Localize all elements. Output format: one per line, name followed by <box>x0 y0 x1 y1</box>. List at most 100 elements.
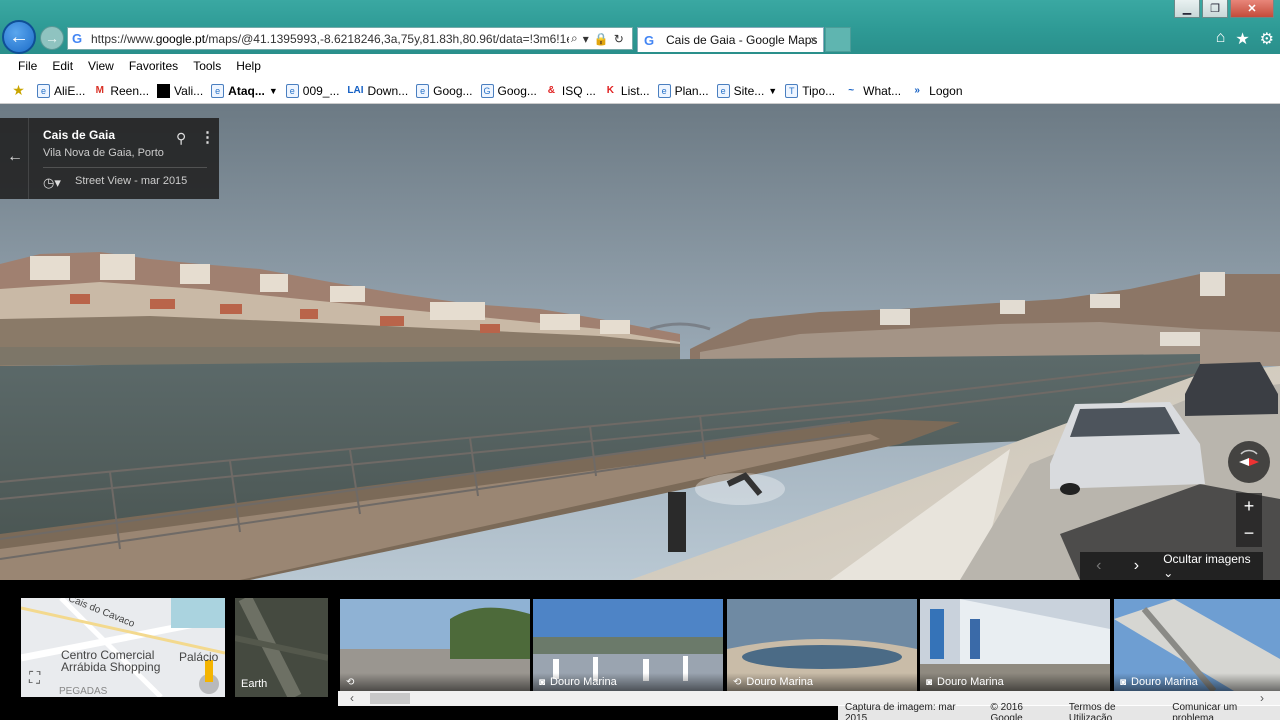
tab-google-maps[interactable]: G Cais de Gaia - Google Maps × <box>637 27 824 52</box>
ie-page-icon: e <box>211 83 225 98</box>
favorite-link[interactable]: e AliE... <box>37 83 86 98</box>
map-poi-label: Arrábida Shopping <box>61 660 161 674</box>
favorite-label: Ataq... <box>228 83 265 98</box>
back-button[interactable]: ← <box>2 20 36 54</box>
maximize-button[interactable]: ❐ <box>1202 0 1228 18</box>
menu-item-favorites[interactable]: Favorites <box>129 59 178 73</box>
scroll-left-icon[interactable]: ‹ <box>350 691 354 705</box>
panorama-360-icon: ⟲ <box>733 676 742 688</box>
new-tab-button[interactable] <box>825 27 851 52</box>
favorite-link[interactable]: e Plan... <box>657 83 709 98</box>
menu-item-tools[interactable]: Tools <box>193 59 221 73</box>
address-bar[interactable]: G https://www.google.pt/maps/@41.1395993… <box>67 27 633 50</box>
photo-thumbnail[interactable]: ◙ Douro Marina <box>533 599 723 691</box>
photo-thumbnail[interactable]: ⟲ Douro Marina <box>727 599 917 691</box>
report-problem-link[interactable]: Comunicar um problema <box>1172 702 1280 720</box>
copyright: © 2016 Google <box>990 701 1023 720</box>
ie-page-icon: e <box>285 83 299 98</box>
menu-item-help[interactable]: Help <box>236 59 261 73</box>
favorite-label: AliE... <box>54 83 86 98</box>
ie-page-icon: e <box>716 83 730 98</box>
zoom-out-button[interactable]: − <box>1244 520 1255 547</box>
favorite-label: Tipo... <box>802 83 836 98</box>
k-icon: K <box>606 85 614 96</box>
favorite-link[interactable]: K List... <box>604 84 650 98</box>
place-title: Cais de Gaia <box>43 128 116 142</box>
favorite-link[interactable]: Vali... <box>157 83 204 98</box>
compass-icon <box>1239 449 1259 466</box>
earth-thumbnail[interactable]: Earth <box>235 598 328 697</box>
ie-page-icon: e <box>657 83 671 98</box>
earth-label: Earth <box>241 678 268 690</box>
favorites-star-icon[interactable]: ★ <box>1235 29 1249 49</box>
favorite-label: Goog... <box>497 83 537 98</box>
chevron-down-icon: ⌄ <box>1163 566 1174 580</box>
scrollbar-thumb[interactable] <box>370 693 410 704</box>
zoom-in-button[interactable]: + <box>1244 493 1255 520</box>
history-clock-icon[interactable]: ◷▾ <box>43 175 61 191</box>
camera-icon: ◙ <box>539 676 546 688</box>
favorite-link[interactable]: e Ataq... ▼ <box>211 83 278 98</box>
favorite-label: List... <box>620 83 650 98</box>
more-options-icon[interactable]: ⋮ <box>200 128 215 146</box>
map-pin-icon[interactable]: ⚲ <box>176 130 186 147</box>
menu-item-view[interactable]: View <box>88 59 114 73</box>
favorite-label: ISQ ... <box>561 83 596 98</box>
lock-icon[interactable]: 🔒 <box>594 32 609 46</box>
photo-thumbnail[interactable]: ◙ Douro Marina <box>1114 599 1280 691</box>
tab-title: Cais de Gaia - Google Maps <box>666 33 818 47</box>
search-icon[interactable]: ⌕ <box>571 31 578 46</box>
add-favorite-star-icon: ★ <box>12 82 25 98</box>
imagery-pager: ‹ › Ocultar imagens ⌄ <box>1080 552 1263 580</box>
panorama-360-icon: ⟲ <box>346 676 355 688</box>
zoom-control: + − <box>1236 493 1262 547</box>
favorite-label: Down... <box>367 83 409 98</box>
terms-link[interactable]: Termos de Utilização <box>1069 702 1160 720</box>
favorite-link[interactable]: T Tipo... <box>785 83 836 98</box>
favorite-label: Logon <box>929 83 963 98</box>
favorite-link[interactable]: » Logon <box>909 84 962 98</box>
photo-thumbnail[interactable]: ⟲ <box>340 599 530 691</box>
favorite-label: Vali... <box>174 83 204 98</box>
favorite-link[interactable]: e 009_... <box>285 83 339 98</box>
dropdown-caret-icon[interactable]: ▾ <box>583 32 589 46</box>
favorite-link[interactable]: LAI Down... <box>347 84 408 98</box>
forward-arrow-icon: → <box>45 30 59 46</box>
favorite-link[interactable]: e Site... ▼ <box>716 83 777 98</box>
dropdown-caret-icon[interactable]: ▼ <box>768 86 777 96</box>
window-controls: ▁ ❐ ✕ <box>1174 0 1274 18</box>
favorite-link[interactable]: M Reen... <box>93 84 149 98</box>
home-icon[interactable]: ⌂ <box>1216 29 1226 49</box>
refresh-icon[interactable]: ↻ <box>614 32 624 46</box>
menu-item-edit[interactable]: Edit <box>52 59 73 73</box>
back-arrow-icon: ← <box>9 25 29 48</box>
next-images-icon[interactable]: › <box>1118 557 1156 575</box>
photo-thumbnail[interactable]: ◙ Douro Marina <box>920 599 1110 691</box>
favorite-link[interactable]: G Goog... <box>480 83 537 98</box>
close-window-button[interactable]: ✕ <box>1230 0 1274 18</box>
back-to-map-icon[interactable]: ← <box>7 148 23 166</box>
favorite-label: What... <box>863 83 902 98</box>
minimize-button[interactable]: ▁ <box>1174 0 1200 18</box>
favorites-bar: ★ e AliE... M Reen... Vali... e Ataq... ▼ e 009_.… <box>0 78 1280 104</box>
favorite-link[interactable]: ~ What... <box>843 84 901 98</box>
hide-images-button[interactable]: Ocultar imagens ⌄ <box>1163 552 1263 580</box>
dropdown-caret-icon[interactable]: ▼ <box>269 86 278 96</box>
favorite-label: Goog... <box>433 83 473 98</box>
prev-images-icon[interactable]: ‹ <box>1080 557 1118 575</box>
forward-button[interactable]: → <box>40 26 64 50</box>
close-tab-icon[interactable]: × <box>810 33 817 47</box>
favorite-link[interactable]: e Goog... <box>416 83 473 98</box>
camera-icon: ◙ <box>1120 676 1127 688</box>
favorite-link[interactable]: & ISQ ... <box>545 84 596 98</box>
expand-map-icon[interactable]: ⛶ <box>29 670 40 688</box>
compass-button[interactable] <box>1228 441 1270 483</box>
add-favorite-button[interactable]: ★ <box>12 82 29 98</box>
wave-icon: ~ <box>848 85 855 96</box>
minimap-thumbnail[interactable]: Cais do Cavaco Centro Comercial Arrábida… <box>21 598 225 697</box>
isq-icon: & <box>547 85 555 96</box>
url-text[interactable]: https://www.google.pt/maps/@41.1395993,-… <box>91 32 569 46</box>
menu-item-file[interactable]: File <box>18 59 37 73</box>
lai-icon: LAI <box>347 85 364 96</box>
gear-icon[interactable]: ⚙ <box>1260 29 1274 49</box>
